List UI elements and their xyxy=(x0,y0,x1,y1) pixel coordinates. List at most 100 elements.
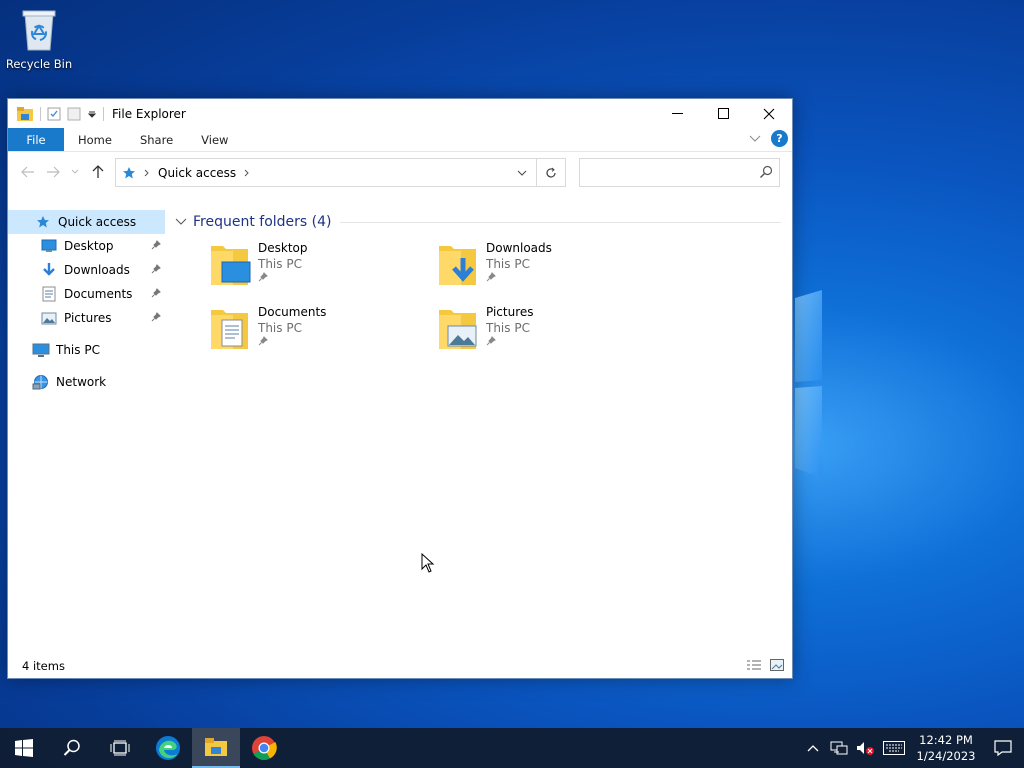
pin-icon[interactable] xyxy=(151,240,161,250)
navigation-bar: Quick access xyxy=(8,152,792,192)
file-explorer-taskbar-button[interactable] xyxy=(192,728,240,768)
edge-icon xyxy=(156,736,180,760)
folder-location: This PC xyxy=(258,321,302,335)
chevron-up-icon xyxy=(807,745,819,752)
tab-home[interactable]: Home xyxy=(64,128,126,151)
system-tray: 12:42 PM 1/24/2023 xyxy=(800,728,1024,768)
breadcrumb-chevron-icon[interactable] xyxy=(244,169,250,177)
back-button[interactable] xyxy=(14,158,42,186)
start-button[interactable] xyxy=(0,728,48,768)
folder-tile-downloads[interactable]: Downloads This PC xyxy=(436,240,656,296)
show-hidden-icons-button[interactable] xyxy=(800,728,826,768)
forward-button[interactable] xyxy=(42,158,64,186)
sidebar-item-label: Desktop xyxy=(64,239,114,253)
network-wired-icon xyxy=(830,741,848,755)
quick-access-star-icon xyxy=(123,166,135,178)
pictures-folder-icon xyxy=(40,310,58,326)
folder-location: This PC xyxy=(486,257,530,271)
expand-ribbon-chevron-icon[interactable] xyxy=(749,135,761,143)
refresh-button[interactable] xyxy=(536,159,565,186)
sidebar-item-label: Documents xyxy=(64,287,133,301)
sidebar-item-label: Network xyxy=(56,375,107,389)
touch-keyboard-button[interactable] xyxy=(878,728,910,768)
collapse-chevron-icon xyxy=(175,218,187,225)
sidebar-item-quick-access[interactable]: Quick access xyxy=(8,210,165,234)
clock[interactable]: 12:42 PM 1/24/2023 xyxy=(910,732,982,764)
pin-icon xyxy=(258,336,268,346)
documents-folder-icon xyxy=(40,286,58,302)
breadcrumb: Quick access xyxy=(116,166,250,180)
downloads-folder-icon xyxy=(436,240,480,290)
folder-tile-pictures[interactable]: Pictures This PC xyxy=(436,304,656,360)
pin-icon xyxy=(486,336,496,346)
search-button[interactable] xyxy=(48,728,96,768)
large-icons-view-icon[interactable] xyxy=(770,659,784,671)
address-dropdown-button[interactable] xyxy=(508,159,536,186)
sidebar-item-documents[interactable]: Documents xyxy=(8,282,165,306)
window-title: File Explorer xyxy=(112,106,186,121)
edge-taskbar-button[interactable] xyxy=(144,728,192,768)
folder-tile-documents[interactable]: Documents This PC xyxy=(208,304,428,360)
folder-location: This PC xyxy=(486,321,530,335)
maximize-button[interactable] xyxy=(700,99,746,128)
sidebar-item-this-pc[interactable]: This PC xyxy=(8,338,165,362)
customize-toolbar-chevron-icon[interactable] xyxy=(87,109,97,119)
volume-button[interactable] xyxy=(852,728,878,768)
start-icon xyxy=(15,739,33,757)
folder-tile-desktop[interactable]: Desktop This PC xyxy=(208,240,428,296)
folder-name: Desktop xyxy=(258,241,308,255)
new-folder-icon[interactable] xyxy=(67,107,81,121)
pin-icon[interactable] xyxy=(151,312,161,322)
desktop-folder-icon xyxy=(208,240,252,290)
documents-folder-icon xyxy=(208,304,252,354)
sidebar-item-label: Downloads xyxy=(64,263,130,277)
close-button[interactable] xyxy=(746,99,792,128)
sidebar-item-label: This PC xyxy=(56,343,100,357)
recent-locations-button[interactable] xyxy=(64,158,86,186)
pin-icon[interactable] xyxy=(151,288,161,298)
recycle-bin-desktop-icon[interactable]: Recycle Bin xyxy=(4,6,74,71)
tab-view[interactable]: View xyxy=(187,128,242,151)
network-icon xyxy=(32,374,50,390)
recycle-bin-label: Recycle Bin xyxy=(5,57,73,71)
help-icon[interactable]: ? xyxy=(771,130,788,147)
recycle-bin-icon xyxy=(22,10,56,51)
search-input[interactable] xyxy=(580,159,750,186)
status-bar: 4 items xyxy=(8,654,792,678)
volume-muted-icon xyxy=(857,742,874,755)
folder-name: Pictures xyxy=(486,305,534,319)
minimize-button[interactable] xyxy=(654,99,700,128)
search-box[interactable] xyxy=(579,158,780,187)
properties-icon[interactable] xyxy=(47,107,61,121)
file-explorer-icon xyxy=(17,106,33,121)
network-status-button[interactable] xyxy=(826,728,852,768)
sidebar-item-desktop[interactable]: Desktop xyxy=(8,234,165,258)
details-view-icon[interactable] xyxy=(746,659,762,671)
chevron-down-icon xyxy=(517,170,527,176)
downloads-folder-icon xyxy=(40,262,58,278)
back-arrow-icon xyxy=(21,166,34,178)
sidebar-item-downloads[interactable]: Downloads xyxy=(8,258,165,282)
task-view-button[interactable] xyxy=(96,728,144,768)
group-header-frequent-folders[interactable]: Frequent folders (4) xyxy=(175,210,791,234)
minimize-icon xyxy=(671,113,683,114)
sidebar-item-pictures[interactable]: Pictures xyxy=(8,306,165,330)
sidebar-item-network[interactable]: Network xyxy=(8,370,165,394)
clock-date: 1/24/2023 xyxy=(916,749,976,763)
group-title: Frequent folders (4) xyxy=(193,214,332,230)
pin-icon xyxy=(486,272,496,282)
pin-icon[interactable] xyxy=(151,264,161,274)
breadcrumb-chevron-icon[interactable] xyxy=(144,169,150,177)
tab-file[interactable]: File xyxy=(8,128,64,151)
separator xyxy=(103,106,104,121)
tab-share[interactable]: Share xyxy=(126,128,187,151)
address-bar[interactable]: Quick access xyxy=(115,158,566,187)
ribbon-right-controls: ? xyxy=(749,130,788,147)
taskbar: 12:42 PM 1/24/2023 xyxy=(0,728,1024,768)
chrome-taskbar-button[interactable] xyxy=(240,728,288,768)
action-center-button[interactable] xyxy=(982,728,1024,768)
separator xyxy=(40,106,41,121)
breadcrumb-quick-access[interactable]: Quick access xyxy=(158,166,236,180)
folder-name: Documents xyxy=(258,305,327,319)
up-button[interactable] xyxy=(86,158,110,186)
